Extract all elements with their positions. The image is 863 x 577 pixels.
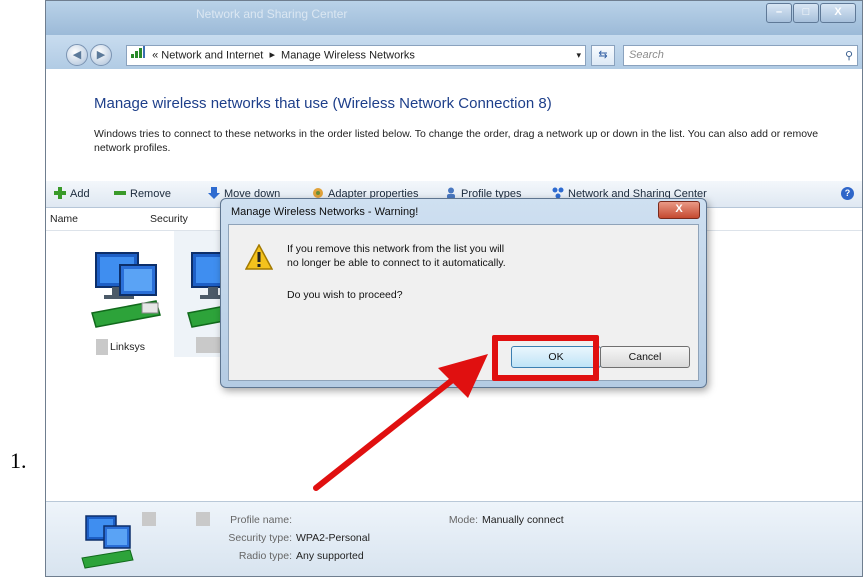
- step-number: 1.: [10, 448, 27, 473]
- page-title: Manage wireless networks that use (Wirel…: [94, 95, 552, 112]
- breadcrumb-separator: ▸: [269, 49, 275, 62]
- down-arrow-icon: [208, 187, 220, 199]
- maximize-button[interactable]: □: [793, 3, 819, 23]
- remove-label: Remove: [130, 188, 171, 200]
- redacted-block: [96, 339, 108, 355]
- search-placeholder: Search: [629, 49, 664, 61]
- refresh-button[interactable]: ⇆: [591, 45, 615, 66]
- add-icon: [54, 187, 66, 199]
- dialog-title: Manage Wireless Networks - Warning!: [231, 206, 419, 218]
- breadcrumb-network-internet[interactable]: Network and Internet: [161, 49, 263, 61]
- close-button[interactable]: X: [820, 3, 856, 23]
- title-bar: Network and Sharing Center – □ X: [46, 1, 862, 35]
- main-content: Manage wireless networks that use (Wirel…: [46, 69, 862, 181]
- dialog-message-line1: If you remove this network from the list…: [287, 243, 505, 255]
- dialog-message: If you remove this network from the list…: [287, 242, 506, 270]
- column-name[interactable]: Name: [50, 213, 78, 225]
- security-type-value: WPA2-Personal: [296, 532, 370, 544]
- address-bar[interactable]: « Network and Internet ▸ Manage Wireless…: [126, 45, 586, 66]
- wireless-network-icon: [91, 252, 161, 328]
- mode-value: Manually connect: [482, 514, 564, 526]
- profile-name-label: Profile name:: [230, 514, 292, 526]
- minimize-button[interactable]: –: [766, 3, 792, 23]
- help-icon[interactable]: ?: [841, 187, 854, 200]
- remove-icon: [114, 187, 126, 199]
- dialog-question: Do you wish to proceed?: [287, 289, 403, 301]
- dialog-close-button[interactable]: X: [658, 201, 700, 219]
- red-arrow-icon: [313, 354, 488, 491]
- add-button[interactable]: Add: [54, 187, 90, 200]
- breadcrumb-manage-wireless[interactable]: Manage Wireless Networks: [281, 49, 415, 61]
- add-label: Add: [70, 188, 90, 200]
- back-button[interactable]: ◀: [66, 44, 88, 66]
- cancel-button[interactable]: Cancel: [600, 346, 690, 368]
- remove-button[interactable]: Remove: [114, 187, 171, 200]
- forward-button[interactable]: ▶: [90, 44, 112, 66]
- redacted-block: [142, 512, 156, 526]
- page-description: Windows tries to connect to these networ…: [94, 128, 819, 154]
- ok-highlight-box: [492, 335, 599, 381]
- breadcrumb-prefix: «: [152, 49, 159, 62]
- details-pane: Profile name: Mode: Manually connect Sec…: [46, 501, 862, 576]
- dialog-message-line2: no longer be able to connect to it autom…: [287, 257, 506, 269]
- warning-icon: [245, 244, 273, 270]
- radio-type-value: Any supported: [296, 550, 364, 562]
- search-input[interactable]: Search ⚲: [623, 45, 858, 66]
- column-security[interactable]: Security: [150, 213, 188, 225]
- search-icon[interactable]: ⚲: [845, 47, 853, 66]
- redacted-network-name: [196, 337, 222, 353]
- network-icon: [131, 46, 145, 65]
- window-title: Network and Sharing Center: [196, 7, 348, 21]
- navigation-bar: ◀ ▶ « Network and Internet ▸ Manage Wire…: [46, 35, 862, 69]
- network-label-linksys: Linksys: [110, 341, 146, 353]
- radio-type-label: Radio type:: [238, 550, 292, 562]
- address-dropdown-icon[interactable]: ▾: [576, 46, 581, 65]
- selected-network-icon: [81, 515, 134, 569]
- window-controls: – □ X: [766, 3, 856, 23]
- network-item-linksys[interactable]: [86, 245, 166, 340]
- security-type-label: Security type:: [228, 532, 292, 544]
- mode-label: Mode:: [448, 514, 478, 526]
